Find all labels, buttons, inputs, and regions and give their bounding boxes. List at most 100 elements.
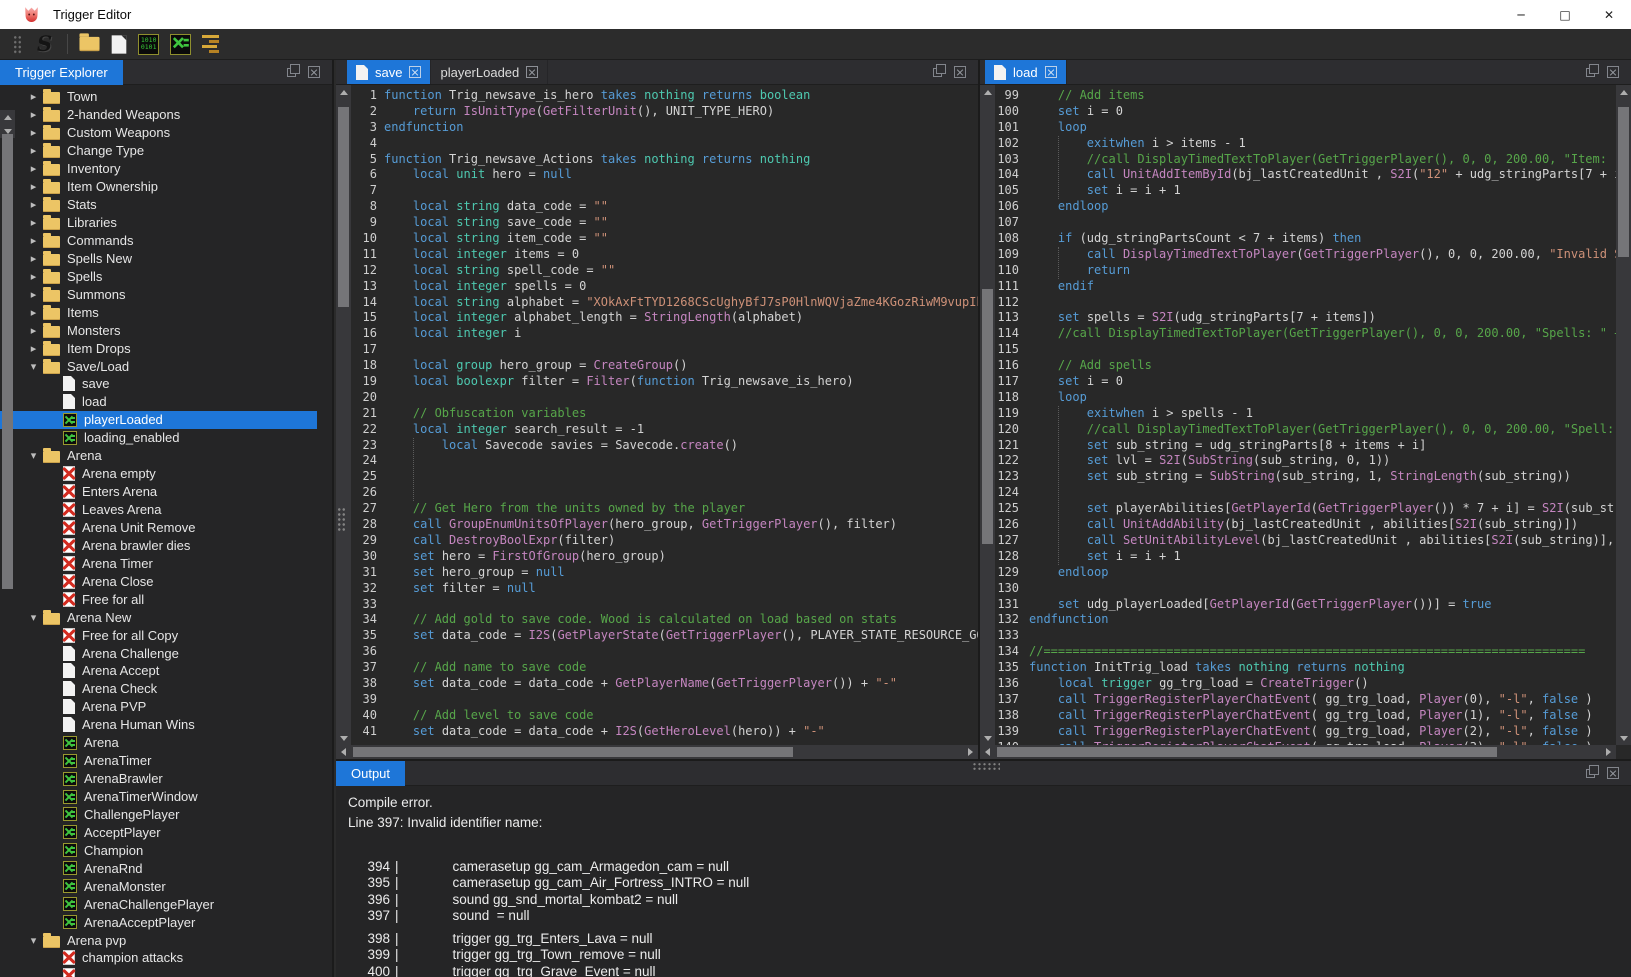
editor-hscrollbar[interactable]: [980, 745, 1616, 759]
code-line[interactable]: [384, 136, 978, 152]
code-line[interactable]: return IsUnitType(GetFilterUnit(), UNIT_…: [384, 104, 978, 120]
code-line[interactable]: call DisplayTimedTextToPlayer(GetTrigger…: [1029, 247, 1616, 263]
explorer-title-tab[interactable]: Trigger Explorer: [0, 60, 123, 85]
collapsed-arrow-icon[interactable]: ▸: [24, 342, 43, 355]
tree-item-load[interactable]: load: [0, 393, 317, 411]
output-tab[interactable]: Output: [336, 761, 405, 786]
code-line[interactable]: endloop: [1029, 565, 1616, 581]
code-line[interactable]: local group hero_group = CreateGroup(): [384, 358, 978, 374]
scrollbar-track[interactable]: [351, 745, 963, 759]
tree-item-challengeplayer[interactable]: ChallengePlayer: [0, 806, 317, 824]
tree-item-stats[interactable]: ▸Stats: [0, 196, 317, 214]
code-line[interactable]: set data_code = data_code + I2S(GetHeroL…: [384, 724, 978, 740]
code-area[interactable]: function Trig_newsave_is_hero takes noth…: [384, 88, 978, 745]
collapsed-arrow-icon[interactable]: ▸: [24, 162, 43, 175]
code-line[interactable]: call GroupEnumUnitsOfPlayer(hero_group, …: [384, 517, 978, 533]
tree-item-summons[interactable]: ▸Summons: [0, 285, 317, 303]
splitter-grip-icon[interactable]: [337, 507, 346, 531]
list-icon[interactable]: [202, 35, 219, 53]
code-line[interactable]: local boolexpr filter = Filter(function …: [384, 374, 978, 390]
tree-item-arena-check[interactable]: Arena Check: [0, 680, 317, 698]
code-line[interactable]: set sub_string = SubString(sub_string, 1…: [1029, 469, 1616, 485]
float-panel-icon[interactable]: [933, 68, 942, 77]
code-line[interactable]: // Get Hero from the units owned by the …: [384, 501, 978, 517]
scrollbar-track[interactable]: [995, 745, 1601, 759]
float-panel-icon[interactable]: [287, 68, 296, 77]
collapsed-arrow-icon[interactable]: ▸: [24, 324, 43, 337]
scroll-down-button[interactable]: [336, 731, 351, 745]
explorer-scrollbar[interactable]: [0, 110, 15, 138]
collapsed-arrow-icon[interactable]: ▸: [24, 198, 43, 211]
tree-item-arena-brawler-dies[interactable]: Arena brawler dies: [0, 536, 317, 554]
scrollbar-track[interactable]: [336, 99, 351, 731]
code-line[interactable]: if (udg_stringPartsCount < 7 + items) th…: [1029, 231, 1616, 247]
expanded-arrow-icon[interactable]: ▾: [24, 449, 43, 462]
close-button[interactable]: ✕: [1587, 0, 1631, 29]
code-line[interactable]: // Add gold to save code. Wood is calcul…: [384, 612, 978, 628]
tree-item-monsters[interactable]: ▸Monsters: [0, 321, 317, 339]
code-line[interactable]: // Add name to save code: [384, 660, 978, 676]
code-line[interactable]: local integer search_result = -1: [384, 422, 978, 438]
scrollbar-track[interactable]: [980, 99, 995, 731]
tab-save[interactable]: save: [347, 60, 431, 84]
expanded-arrow-icon[interactable]: ▾: [24, 611, 43, 624]
code-line[interactable]: [384, 390, 978, 406]
code-line[interactable]: [1029, 342, 1616, 358]
code-line[interactable]: set lvl = S2I(SubString(sub_string, 0, 1…: [1029, 453, 1616, 469]
close-panel-icon[interactable]: [954, 66, 966, 78]
tree-item-libraries[interactable]: ▸Libraries: [0, 214, 317, 232]
code-line[interactable]: //call DisplayTimedTextToPlayer(GetTrigg…: [1029, 422, 1616, 438]
code-line[interactable]: [384, 485, 978, 501]
tree-item-arena-unit-remove[interactable]: Arena Unit Remove: [0, 519, 317, 537]
code-line[interactable]: // Add spells: [1029, 358, 1616, 374]
tree-item-spells-new[interactable]: ▸Spells New: [0, 249, 317, 267]
collapsed-arrow-icon[interactable]: ▸: [24, 270, 43, 283]
script-scroll-icon[interactable]: S: [33, 33, 68, 55]
code-line[interactable]: set i = i + 1: [1029, 183, 1616, 199]
tree-item-champion-attacks[interactable]: champion attacks: [0, 949, 317, 967]
tree-item-arena[interactable]: ▾Arena: [0, 447, 317, 465]
code-line[interactable]: [1029, 581, 1616, 597]
tree-item-arena-accept[interactable]: Arena Accept: [0, 662, 317, 680]
tree-item-change-type[interactable]: ▸Change Type: [0, 142, 317, 160]
scroll-up-button[interactable]: [336, 85, 351, 99]
code-line[interactable]: endfunction: [384, 120, 978, 136]
float-panel-icon[interactable]: [1586, 68, 1595, 77]
code-line[interactable]: local string alphabet = "XOkAxFtTYD1268C…: [384, 295, 978, 311]
tree-item-2-handed-weapons[interactable]: ▸2-handed Weapons: [0, 106, 317, 124]
editor-vscrollbar[interactable]: [980, 85, 995, 745]
code-line[interactable]: [1029, 628, 1616, 644]
code-line[interactable]: local string data_code = "": [384, 199, 978, 215]
close-panel-icon[interactable]: [1607, 66, 1619, 78]
code-line[interactable]: [384, 597, 978, 613]
code-line[interactable]: call UnitAddAbility(bj_lastCreatedUnit ,…: [1029, 517, 1616, 533]
scrollbar-thumb[interactable]: [982, 289, 993, 544]
scroll-right-button[interactable]: [1601, 745, 1616, 759]
scroll-down-button[interactable]: [980, 731, 995, 745]
code-line[interactable]: set hero_group = null: [384, 565, 978, 581]
close-tab-icon[interactable]: [409, 66, 421, 78]
tree-item-save-load[interactable]: ▾Save/Load: [0, 357, 317, 375]
code-line[interactable]: set playerAbilities[GetPlayerId(GetTrigg…: [1029, 501, 1616, 517]
script-x-icon[interactable]: [170, 34, 191, 55]
tree-item-arenatimerwindow[interactable]: ArenaTimerWindow: [0, 788, 317, 806]
code-line[interactable]: [384, 453, 978, 469]
code-line[interactable]: [1029, 295, 1616, 311]
tree-item-free-for-all[interactable]: Free for all: [0, 590, 317, 608]
code-line[interactable]: [384, 183, 978, 199]
tree-item-item-ownership[interactable]: ▸Item Ownership: [0, 178, 317, 196]
collapsed-arrow-icon[interactable]: ▸: [24, 288, 43, 301]
tree-item-arena-challenge[interactable]: Arena Challenge: [0, 644, 317, 662]
tree-item-free-for-all-copy[interactable]: Free for all Copy: [0, 626, 317, 644]
tree-item-arenabrawler[interactable]: ArenaBrawler: [0, 770, 317, 788]
tree-item-arena-pvp[interactable]: ▾Arena pvp: [0, 931, 317, 949]
tree-item-commands[interactable]: ▸Commands: [0, 232, 317, 250]
code-line[interactable]: endloop: [1029, 199, 1616, 215]
code-line[interactable]: call TriggerRegisterPlayerChatEvent( gg_…: [1029, 724, 1616, 740]
tree-item-arena-close[interactable]: Arena Close: [0, 572, 317, 590]
code-line[interactable]: [384, 469, 978, 485]
tree-item-loading-enabled[interactable]: loading_enabled: [0, 429, 317, 447]
code-line[interactable]: //======================================…: [1029, 644, 1616, 660]
close-tab-icon[interactable]: [1045, 66, 1057, 78]
tree-item-arena-new[interactable]: ▾Arena New: [0, 608, 317, 626]
